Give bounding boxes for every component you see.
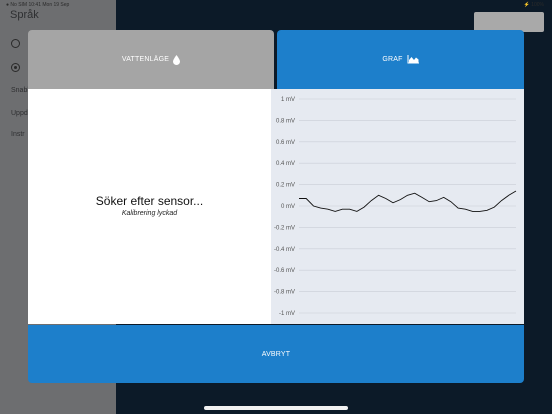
cancel-button-label: AVBRYT — [261, 350, 291, 358]
status-left: ● No SIM 10:41 Mon 19 Sep — [6, 2, 70, 8]
y-tick-label: 0.8 mV — [276, 118, 295, 124]
area-chart-icon — [407, 55, 419, 64]
tab-water-mode-label: VATTENLÄGE — [121, 56, 170, 63]
y-tick-label: 1 mV — [281, 97, 295, 103]
y-tick-label: 0 mV — [281, 204, 295, 210]
status-right: ⚡ 100% — [523, 2, 544, 8]
y-tick-label: -1 mV — [279, 311, 295, 317]
voltage-series-line — [299, 190, 517, 212]
y-tick-label: -0.8 mV — [274, 290, 295, 296]
background-item-2[interactable]: Uppd — [11, 110, 28, 117]
calibration-status: Kalibrering lyckad — [121, 210, 178, 217]
background-top-button — [474, 12, 544, 32]
background-title: Språk — [10, 9, 39, 21]
y-tick-label: 0.6 mV — [276, 140, 295, 146]
water-drop-icon — [173, 54, 181, 65]
status-bar: ● No SIM 10:41 Mon 19 Sep ⚡ 100% — [0, 0, 552, 10]
status-panel: Söker efter sensor... Kalibrering lyckad — [28, 89, 271, 324]
sensor-status-title: Söker efter sensor... — [95, 194, 204, 208]
y-tick-label: 0.4 mV — [276, 161, 295, 167]
voltage-chart: 1 mV 0.8 mV 0.6 mV 0.4 mV 0.2 mV 0 mV -0.2 mV -… — [274, 97, 517, 317]
tab-graph-label: GRAF — [382, 56, 403, 63]
y-tick-label: -0.4 mV — [274, 247, 295, 253]
modal-content: Söker efter sensor... Kalibrering lyckad… — [28, 89, 524, 324]
language-radio-2[interactable] — [11, 63, 20, 72]
tab-water-mode[interactable]: VATTENLÄGE — [28, 30, 274, 89]
home-indicator — [204, 406, 348, 410]
language-radio-1[interactable] — [11, 39, 20, 48]
tab-graph[interactable]: GRAF — [277, 30, 524, 89]
cancel-button[interactable]: AVBRYT — [28, 325, 524, 383]
y-tick-label: -0.2 mV — [274, 225, 295, 231]
background-item-3[interactable]: Instr — [11, 131, 25, 138]
y-tick-label: -0.6 mV — [274, 268, 295, 274]
y-tick-label: 0.2 mV — [276, 183, 295, 189]
